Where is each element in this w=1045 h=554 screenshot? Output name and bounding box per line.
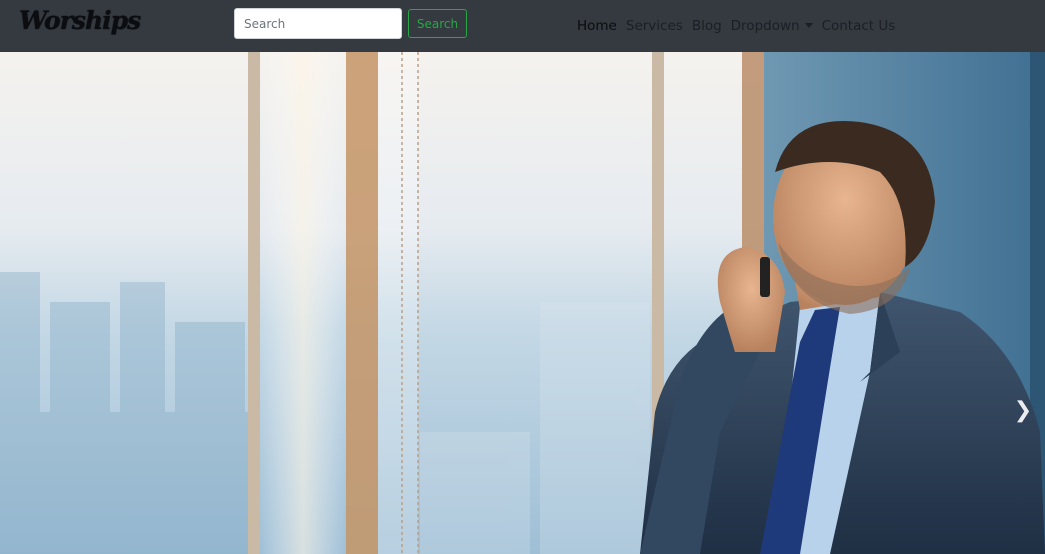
caret-down-icon [804,23,813,28]
top-navbar: Worships Search Home Services Blog Dropd… [0,0,1045,52]
brand-logo[interactable]: Worships [19,6,141,35]
hero-carousel: ❯ [0,52,1045,554]
nav-item-dropdown-label: Dropdown [730,18,800,34]
carousel-next-button[interactable]: ❯ [1011,392,1035,428]
nav-item-dropdown[interactable]: Dropdown [731,18,813,34]
nav-item-contact-us[interactable]: Contact Us [822,18,896,34]
chevron-right-icon: ❯ [1013,397,1033,423]
nav-item-services[interactable]: Services [626,18,683,34]
search-button[interactable]: Search [408,9,467,38]
nav-item-home[interactable]: Home [577,18,617,34]
search-input[interactable] [234,8,402,39]
nav-links: Home Services Blog Dropdown Contact Us [577,0,904,52]
nav-item-blog[interactable]: Blog [692,18,722,34]
hero-image [0,52,1045,554]
